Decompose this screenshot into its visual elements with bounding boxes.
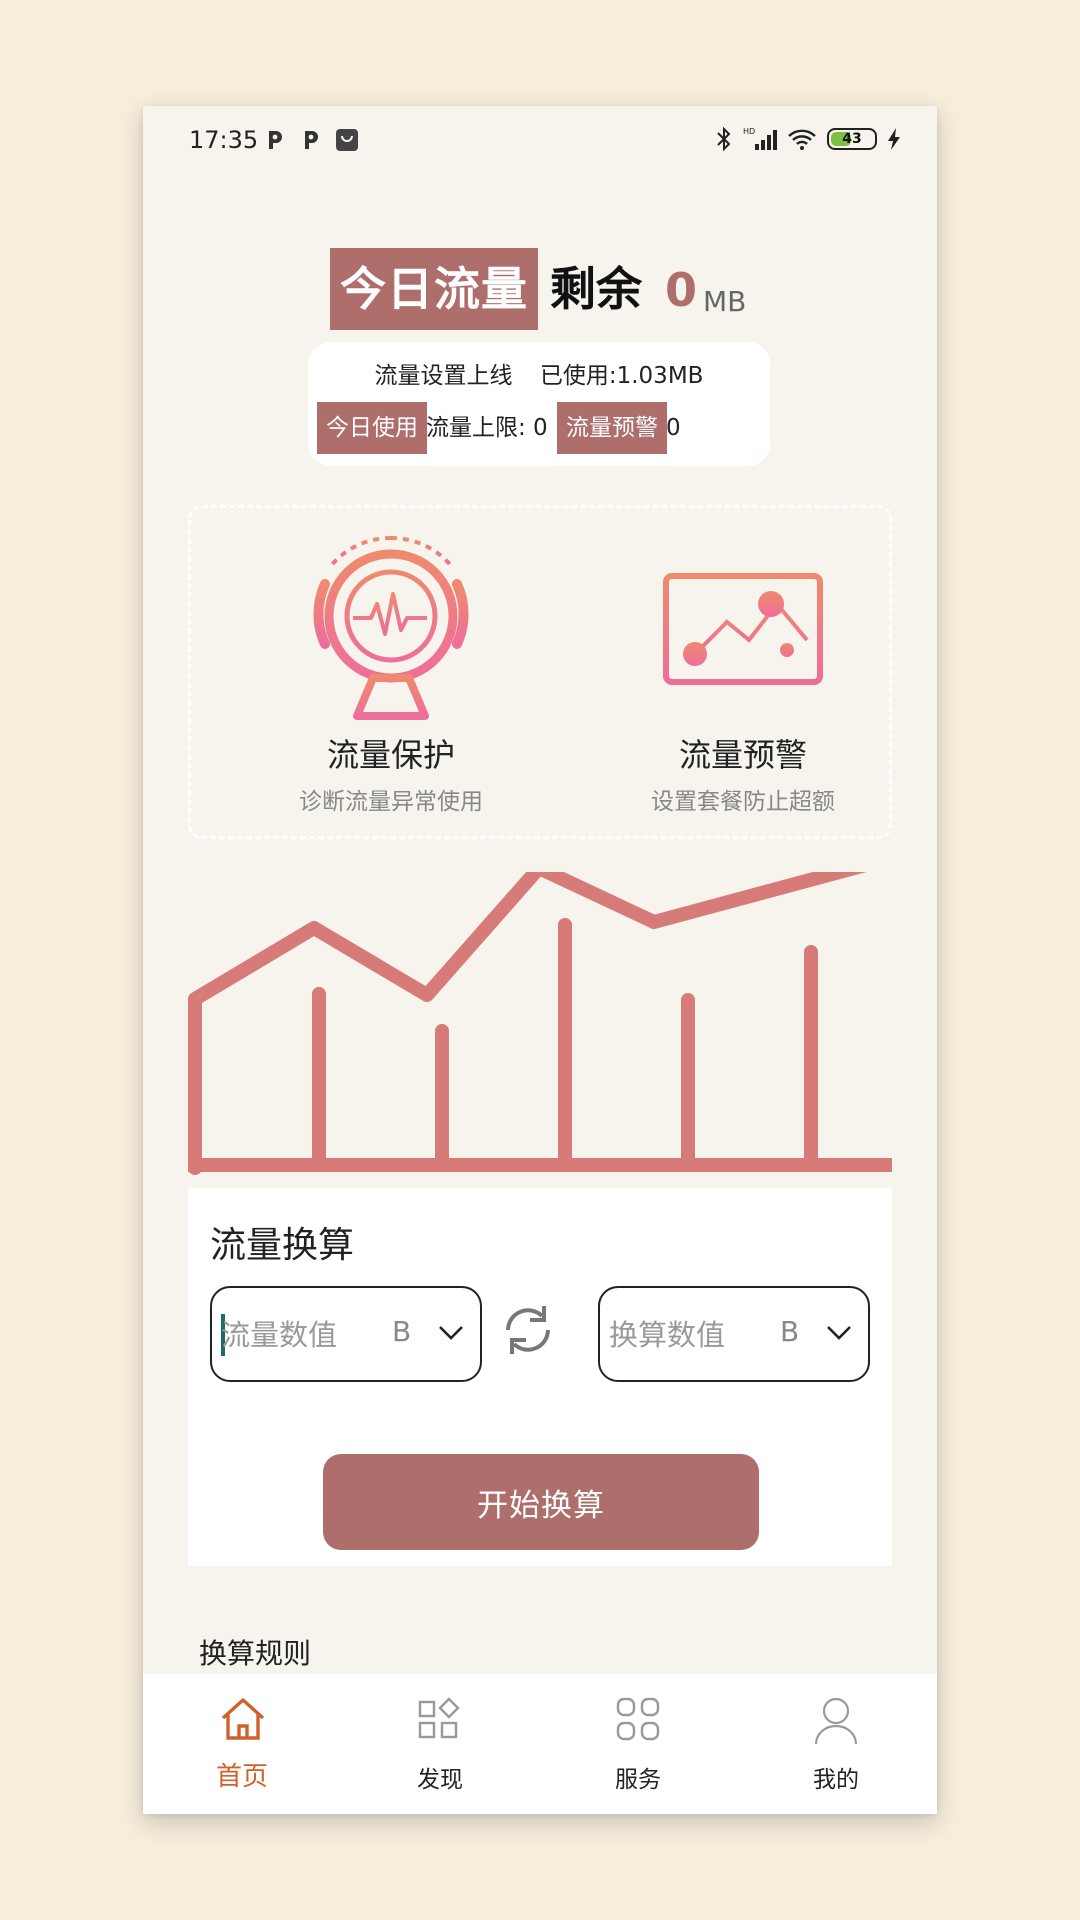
chevron-down-icon[interactable] bbox=[436, 1318, 466, 1348]
conversion-title: 流量换算 bbox=[210, 1225, 355, 1266]
swap-icon[interactable] bbox=[498, 1300, 558, 1360]
status-icons: HD 43 bbox=[715, 126, 901, 152]
remaining-unit: MB bbox=[703, 285, 747, 318]
remaining-label: 剩余 bbox=[550, 262, 642, 316]
output-unit: B bbox=[780, 1315, 800, 1348]
converted-value-field[interactable]: B bbox=[598, 1286, 870, 1382]
hd-signal-icon: HD bbox=[743, 127, 777, 150]
trend-graphic bbox=[188, 872, 892, 1175]
trend-line bbox=[188, 872, 867, 1175]
usage-info-card: 流量设置上线 已使用:1.03MB 今日使用 流量上限: 0 流量预警 0 bbox=[308, 342, 770, 466]
heartbeat-monitor-icon bbox=[313, 536, 469, 720]
usage-summary-row: 流量设置上线 已使用:1.03MB bbox=[308, 356, 770, 390]
input-unit: B bbox=[392, 1315, 412, 1348]
store-icon bbox=[336, 129, 358, 151]
conversion-rules-title: 换算规则 bbox=[199, 1637, 312, 1670]
p-app-icon bbox=[305, 131, 318, 149]
protection-subtitle: 诊断流量异常使用 bbox=[299, 789, 483, 815]
setting-text: 流量设置上线 bbox=[374, 363, 513, 389]
nav-item-discover[interactable]: 发现 bbox=[341, 1674, 539, 1814]
charging-icon bbox=[888, 128, 900, 150]
traffic-value-field[interactable]: B bbox=[210, 1286, 482, 1382]
nav-label-profile: 我的 bbox=[813, 1767, 859, 1793]
traffic-value-input[interactable] bbox=[221, 1310, 371, 1360]
svg-text:HD: HD bbox=[743, 127, 755, 136]
app-screen: 17:35 HD 43 今日流量 剩余 0 MB 流量设置上线 已使用:1.03… bbox=[143, 106, 937, 1814]
feature-panel: 流量保护 诊断流量异常使用 流量预警 设置套餐防止超额 bbox=[188, 505, 892, 839]
protection-title: 流量保护 bbox=[326, 736, 455, 774]
warning-value: 0 bbox=[666, 415, 681, 441]
battery-icon: 43 bbox=[827, 128, 877, 150]
wifi-icon bbox=[788, 129, 816, 150]
profile-icon bbox=[814, 1697, 858, 1745]
status-time: 17:35 bbox=[189, 126, 259, 154]
home-icon bbox=[221, 1698, 265, 1740]
nav-label-service: 服务 bbox=[615, 1767, 661, 1793]
conversion-card: 流量换算 B B 开始换算 bbox=[188, 1188, 892, 1566]
traffic-warning-feature[interactable]: 流量预警 设置套餐防止超额 bbox=[603, 536, 883, 816]
p-app-icon bbox=[269, 131, 282, 149]
warning-tag: 流量预警 bbox=[557, 402, 667, 454]
traffic-protection-feature[interactable]: 流量保护 诊断流量异常使用 bbox=[251, 536, 531, 816]
today-traffic-tag: 今日流量 bbox=[330, 248, 538, 330]
bottom-nav: 首页 发现 服务 我的 bbox=[143, 1674, 937, 1814]
discover-icon bbox=[418, 1697, 460, 1739]
trend-monitor-icon bbox=[663, 573, 823, 708]
chevron-down-icon[interactable] bbox=[824, 1318, 854, 1348]
warning-title: 流量预警 bbox=[678, 736, 807, 774]
bluetooth-icon bbox=[717, 126, 731, 152]
remaining-value: 0 bbox=[665, 263, 698, 317]
nav-item-service[interactable]: 服务 bbox=[539, 1674, 737, 1814]
limit-text: 流量上限: 0 bbox=[426, 415, 548, 441]
nav-item-profile[interactable]: 我的 bbox=[737, 1674, 935, 1814]
status-bar: 17:35 HD 43 bbox=[143, 106, 937, 178]
today-use-tag: 今日使用 bbox=[317, 402, 427, 454]
converted-value-input[interactable] bbox=[609, 1310, 759, 1360]
start-conversion-button[interactable]: 开始换算 bbox=[323, 1454, 759, 1550]
service-grid-icon bbox=[616, 1697, 660, 1741]
nav-label-discover: 发现 bbox=[417, 1767, 463, 1793]
nav-label-home: 首页 bbox=[215, 1762, 268, 1792]
battery-level: 43 bbox=[842, 131, 862, 147]
warning-subtitle: 设置套餐防止超额 bbox=[651, 789, 835, 815]
used-text: 已使用:1.03MB bbox=[539, 363, 704, 389]
nav-item-home[interactable]: 首页 bbox=[143, 1674, 341, 1814]
